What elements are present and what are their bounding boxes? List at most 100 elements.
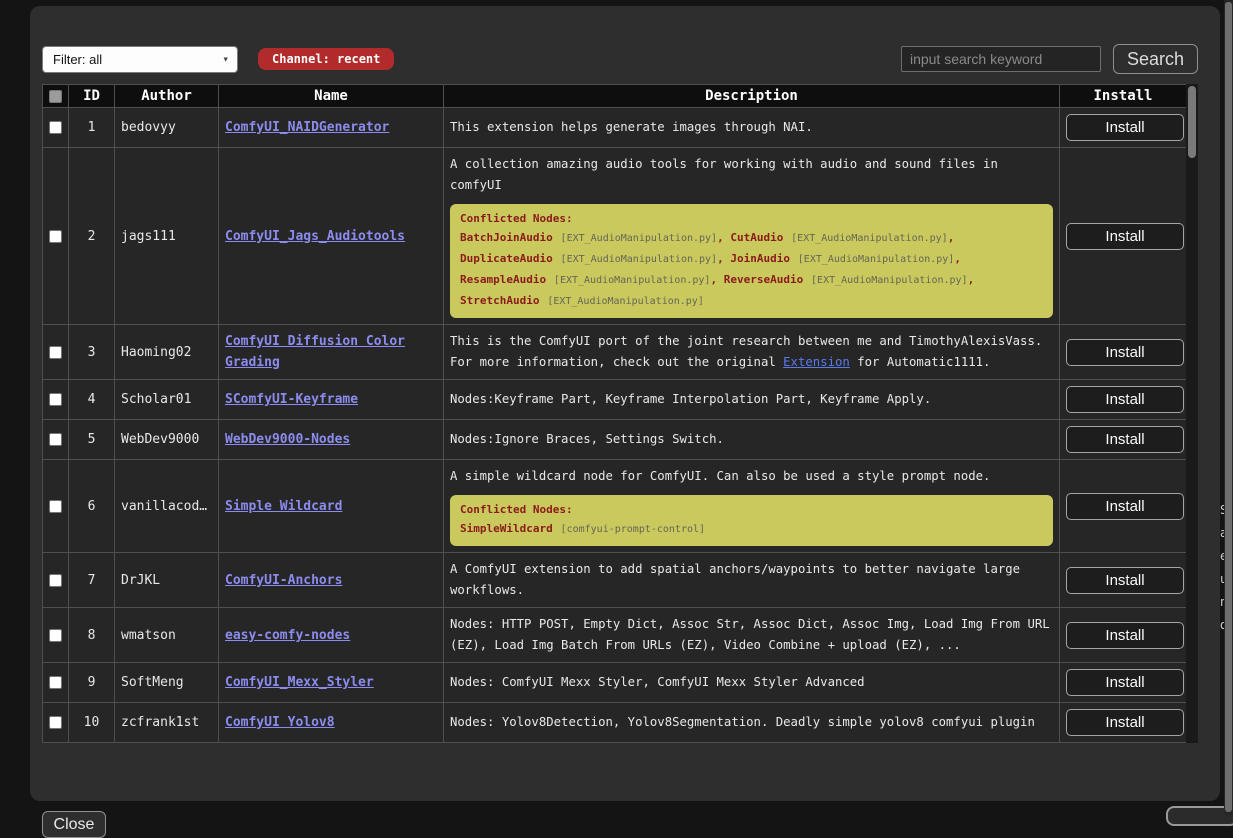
row-name: WebDev9000-Nodes [219,420,444,460]
install-button[interactable]: Install [1066,114,1184,141]
row-author: Haoming02 [115,325,219,380]
filter-select-wrap: Filter: all ▾ [42,46,238,73]
row-description: Nodes:Ignore Braces, Settings Switch. [450,429,1053,450]
row-name-link[interactable]: Simple Wildcard [225,499,342,514]
conflict-separator: , [968,273,975,286]
table-row: 9SoftMengComfyUI_Mexx_StylerNodes: Comfy… [43,663,1187,703]
row-name-link[interactable]: WebDev9000-Nodes [225,432,350,447]
row-checkbox[interactable] [49,676,62,689]
row-checkbox[interactable] [49,393,62,406]
table-row: 5WebDev9000WebDev9000-NodesNodes:Ignore … [43,420,1187,460]
conflict-node-name: CutAudio [730,231,783,244]
row-author: WebDev9000 [115,420,219,460]
table-row: 6vanillacode314Simple WildcardA simple w… [43,460,1187,553]
custom-nodes-manager-dialog: Filter: all ▾ Channel: recent Search ID … [30,6,1220,801]
conflict-title: Conflicted Nodes: [460,211,1043,227]
row-checkbox[interactable] [49,629,62,642]
row-name-link[interactable]: easy-comfy-nodes [225,628,350,643]
conflict-node-name: DuplicateAudio [460,252,553,265]
row-select-cell [43,325,69,380]
header-select-cell [43,85,69,108]
row-select-cell [43,663,69,703]
table-row: 3Haoming02ComfyUI Diffusion Color Gradin… [43,325,1187,380]
row-install-cell: Install [1060,420,1187,460]
row-select-cell [43,460,69,553]
row-author-text: bedovyy [121,117,212,138]
description-link[interactable]: Extension [783,355,850,369]
row-checkbox[interactable] [49,433,62,446]
install-button[interactable]: Install [1066,426,1184,453]
row-author: Scholar01 [115,380,219,420]
row-name: Simple Wildcard [219,460,444,553]
conflict-items: SimpleWildcard [comfyui-prompt-control] [460,518,1043,539]
row-checkbox[interactable] [49,500,62,513]
row-name: ComfyUI Yolov8 [219,703,444,743]
row-description: Nodes: Yolov8Detection, Yolov8Segmentati… [450,712,1053,733]
select-all-checkbox[interactable] [49,90,62,103]
row-description-cell: Nodes: HTTP POST, Empty Dict, Assoc Str,… [444,608,1060,663]
row-name-link[interactable]: ComfyUI_NAIDGenerator [225,120,389,135]
conflict-node-source: [EXT_AudioManipulation.py] [547,296,704,307]
search-input[interactable] [901,46,1101,72]
row-install-cell: Install [1060,553,1187,608]
row-name: easy-comfy-nodes [219,608,444,663]
row-description: A collection amazing audio tools for wor… [450,154,1053,196]
row-id: 3 [69,325,115,380]
conflict-node-source: [EXT_AudioManipulation.py] [554,275,711,286]
row-description-cell: A collection amazing audio tools for wor… [444,148,1060,325]
row-install-cell: Install [1060,380,1187,420]
install-button[interactable]: Install [1066,493,1184,520]
row-description: This is the ComfyUI port of the joint re… [450,331,1053,373]
row-select-cell [43,703,69,743]
row-checkbox[interactable] [49,716,62,729]
install-button[interactable]: Install [1066,223,1184,250]
column-header-name: Name [219,85,444,108]
install-button[interactable]: Install [1066,339,1184,366]
row-select-cell [43,420,69,460]
table-body: 1bedovyyComfyUI_NAIDGeneratorThis extens… [43,108,1187,743]
row-checkbox[interactable] [49,574,62,587]
row-select-cell [43,148,69,325]
manager-toolbar: Filter: all ▾ Channel: recent Search [42,44,1198,74]
row-author-text: Scholar01 [121,389,212,410]
row-author: zcfrank1st [115,703,219,743]
row-name-link[interactable]: ComfyUI_Jags_Audiotools [225,229,405,244]
search-button[interactable]: Search [1113,44,1198,74]
row-select-cell [43,608,69,663]
row-description: This extension helps generate images thr… [450,117,1053,138]
page-scrollbar-thumb[interactable] [1225,2,1232,812]
install-button[interactable]: Install [1066,709,1184,736]
column-header-install: Install [1060,85,1187,108]
install-button[interactable]: Install [1066,669,1184,696]
row-description: Nodes:Keyframe Part, Keyframe Interpolat… [450,389,1053,410]
row-author: bedovyy [115,108,219,148]
row-id: 7 [69,553,115,608]
table-scrollbar-thumb[interactable] [1188,86,1196,158]
row-name-link[interactable]: ComfyUI_Mexx_Styler [225,675,374,690]
conflict-separator: , [948,231,955,244]
column-header-description: Description [444,85,1060,108]
row-name-link[interactable]: ComfyUI-Anchors [225,573,342,588]
row-select-cell [43,108,69,148]
filter-select[interactable]: Filter: all [42,46,238,73]
page-scrollbar-track [1224,0,1233,815]
close-button[interactable]: Close [42,811,106,838]
row-name-link[interactable]: SComfyUI-Keyframe [225,392,358,407]
table-header-row: ID Author Name Description Install [43,85,1187,108]
conflict-node-source: [EXT_AudioManipulation.py] [798,254,955,265]
row-id: 2 [69,148,115,325]
conflict-node-source: [EXT_AudioManipulation.py] [811,275,968,286]
row-install-cell: Install [1060,608,1187,663]
conflict-node-source: [EXT_AudioManipulation.py] [791,233,948,244]
row-name-link[interactable]: ComfyUI Yolov8 [225,715,335,730]
install-button[interactable]: Install [1066,622,1184,649]
row-checkbox[interactable] [49,346,62,359]
install-button[interactable]: Install [1066,386,1184,413]
row-checkbox[interactable] [49,121,62,134]
row-author: vanillacode314 [115,460,219,553]
table-row: 7DrJKLComfyUI-AnchorsA ComfyUI extension… [43,553,1187,608]
row-name-link[interactable]: ComfyUI Diffusion Color Grading [225,334,405,370]
row-checkbox[interactable] [49,230,62,243]
install-button[interactable]: Install [1066,567,1184,594]
table-row: 4Scholar01SComfyUI-KeyframeNodes:Keyfram… [43,380,1187,420]
